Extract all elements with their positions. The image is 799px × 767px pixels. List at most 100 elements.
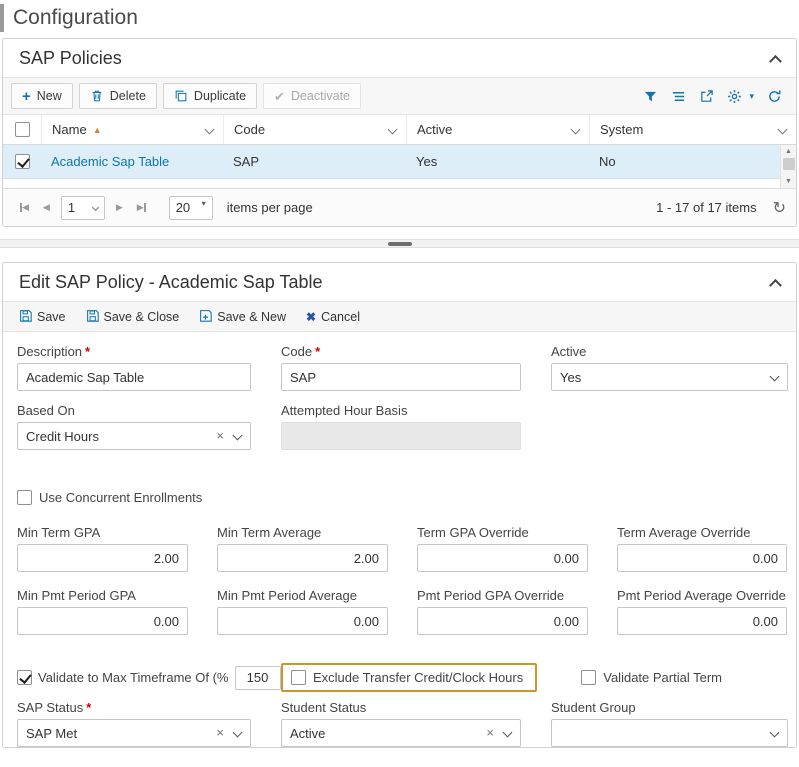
description-input[interactable] xyxy=(17,363,251,391)
pager-first-button[interactable]: ◀ xyxy=(13,202,36,213)
check-icon: ✔ xyxy=(274,90,285,103)
field-description: Description * xyxy=(17,344,251,391)
column-header-code[interactable]: Code xyxy=(223,115,406,144)
table-row[interactable]: Academic Sap Table SAP Yes No xyxy=(3,145,796,179)
field-min-term-gpa: Min Term GPA xyxy=(17,525,188,572)
max-timeframe-input[interactable] xyxy=(235,666,281,690)
student-group-select[interactable] xyxy=(551,719,788,747)
partial-table-row xyxy=(3,179,796,188)
filter-icon[interactable] xyxy=(643,89,658,104)
scroll-up-icon[interactable]: ▲ xyxy=(785,145,792,158)
select-all-cell xyxy=(3,115,41,144)
items-per-page-label: items per page xyxy=(227,200,313,215)
sap-status-combobox[interactable]: × xyxy=(17,719,251,747)
column-menu-icon[interactable] xyxy=(571,125,581,135)
pager-last-button[interactable]: ▶ xyxy=(130,202,153,213)
row-checkbox[interactable] xyxy=(15,154,30,169)
use-concurrent-enrollments-option[interactable]: Use Concurrent Enrollments xyxy=(17,490,782,505)
cancel-button[interactable]: ✖ Cancel xyxy=(296,301,370,332)
use-concurrent-enrollments-checkbox[interactable] xyxy=(17,490,32,505)
copy-icon xyxy=(174,89,188,103)
gear-icon[interactable] xyxy=(727,89,742,104)
policy-name-link[interactable]: Academic Sap Table xyxy=(51,154,169,169)
save-close-button[interactable]: Save & Close xyxy=(76,301,190,332)
cell-name: Academic Sap Table xyxy=(41,145,223,178)
column-header-system[interactable]: System xyxy=(589,115,796,144)
new-button[interactable]: + New xyxy=(11,83,73,109)
required-marker: * xyxy=(315,344,320,359)
validate-partial-term-option[interactable]: Validate Partial Term xyxy=(581,670,722,685)
student-status-combobox[interactable]: × xyxy=(281,719,521,747)
duplicate-button[interactable]: Duplicate xyxy=(163,83,257,109)
term-gpa-override-input[interactable] xyxy=(417,544,588,572)
panel-splitter[interactable] xyxy=(0,239,799,248)
validate-max-timeframe-checkbox[interactable] xyxy=(17,670,32,685)
cancel-icon: ✖ xyxy=(306,311,316,323)
min-term-gpa-input[interactable] xyxy=(17,544,188,572)
plus-icon: + xyxy=(22,89,31,104)
active-select[interactable] xyxy=(551,363,788,391)
column-menu-icon[interactable] xyxy=(388,125,398,135)
chevron-down-icon xyxy=(92,204,99,211)
grid-body: Academic Sap Table SAP Yes No ▲ ▼ xyxy=(3,145,796,188)
collapse-panel-icon[interactable] xyxy=(769,279,782,292)
exclude-transfer-option[interactable]: Exclude Transfer Credit/Clock Hours xyxy=(281,663,537,692)
export-icon[interactable] xyxy=(699,89,714,104)
grid-header-row: Name ▲ Code Active System xyxy=(3,115,796,145)
cell-code: SAP xyxy=(223,145,406,178)
min-term-average-input[interactable] xyxy=(217,544,388,572)
student-status-input[interactable] xyxy=(281,719,521,747)
validate-partial-term-checkbox[interactable] xyxy=(581,670,596,685)
clear-icon[interactable]: × xyxy=(216,428,224,443)
page-size-select[interactable]: 20 ▾ xyxy=(169,196,213,220)
column-menu-icon[interactable] xyxy=(205,125,215,135)
page-number-select[interactable]: 1 xyxy=(61,196,105,220)
min-pmt-period-average-input[interactable] xyxy=(217,607,388,635)
validate-max-timeframe-option[interactable]: Validate to Max Timeframe Of (% xyxy=(17,666,281,690)
pmt-period-average-override-input[interactable] xyxy=(617,607,787,635)
based-on-combobox[interactable]: × xyxy=(17,422,251,450)
column-list-icon[interactable] xyxy=(671,89,686,104)
clear-icon[interactable]: × xyxy=(216,725,224,740)
vertical-scrollbar[interactable]: ▲ ▼ xyxy=(780,145,796,188)
term-average-override-input[interactable] xyxy=(617,544,787,572)
field-min-pmt-period-gpa: Min Pmt Period GPA xyxy=(17,588,188,635)
scroll-down-icon[interactable]: ▼ xyxy=(785,175,792,188)
attempted-hour-basis-input xyxy=(281,422,521,450)
column-header-name[interactable]: Name ▲ xyxy=(41,115,223,144)
delete-button[interactable]: Delete xyxy=(79,83,157,109)
student-group-input[interactable] xyxy=(551,719,788,747)
collapse-panel-icon[interactable] xyxy=(769,55,782,68)
column-header-active[interactable]: Active xyxy=(406,115,589,144)
clear-icon[interactable]: × xyxy=(486,725,494,740)
cell-active: Yes xyxy=(406,145,589,178)
page-header: Configuration xyxy=(0,0,799,38)
splitter-handle[interactable] xyxy=(388,242,412,246)
deactivate-button[interactable]: ✔ Deactivate xyxy=(263,83,361,109)
field-attempted-hour-basis: Attempted Hour Basis xyxy=(281,403,521,450)
scrollbar-thumb[interactable] xyxy=(783,158,795,170)
edit-sap-policy-panel: Edit SAP Policy - Academic Sap Table Sav… xyxy=(2,262,797,748)
code-input[interactable] xyxy=(281,363,521,391)
field-active: Active xyxy=(551,344,788,391)
min-pmt-period-gpa-input[interactable] xyxy=(17,607,188,635)
field-student-status: Student Status × xyxy=(281,700,521,747)
active-select-value[interactable] xyxy=(551,363,788,391)
trash-icon xyxy=(90,89,104,103)
pager-next-button[interactable]: ▶ xyxy=(109,202,130,213)
field-min-term-average: Min Term Average xyxy=(217,525,388,572)
gear-caret-icon[interactable]: ▾ xyxy=(749,91,754,102)
pager-refresh-icon[interactable]: ↻ xyxy=(773,198,786,218)
sap-policies-header: SAP Policies xyxy=(3,39,796,77)
pmt-period-gpa-override-input[interactable] xyxy=(417,607,588,635)
exclude-transfer-checkbox[interactable] xyxy=(291,670,306,685)
refresh-icon[interactable] xyxy=(767,89,782,104)
save-new-button[interactable]: Save & New xyxy=(189,301,296,332)
save-button[interactable]: Save xyxy=(9,301,76,332)
save-close-icon xyxy=(86,309,99,325)
select-all-checkbox[interactable] xyxy=(15,122,30,137)
row-checkbox-cell xyxy=(3,145,41,178)
column-menu-icon[interactable] xyxy=(778,125,788,135)
field-term-gpa-override: Term GPA Override xyxy=(417,525,588,572)
pager-prev-button[interactable]: ◀ xyxy=(36,202,57,213)
